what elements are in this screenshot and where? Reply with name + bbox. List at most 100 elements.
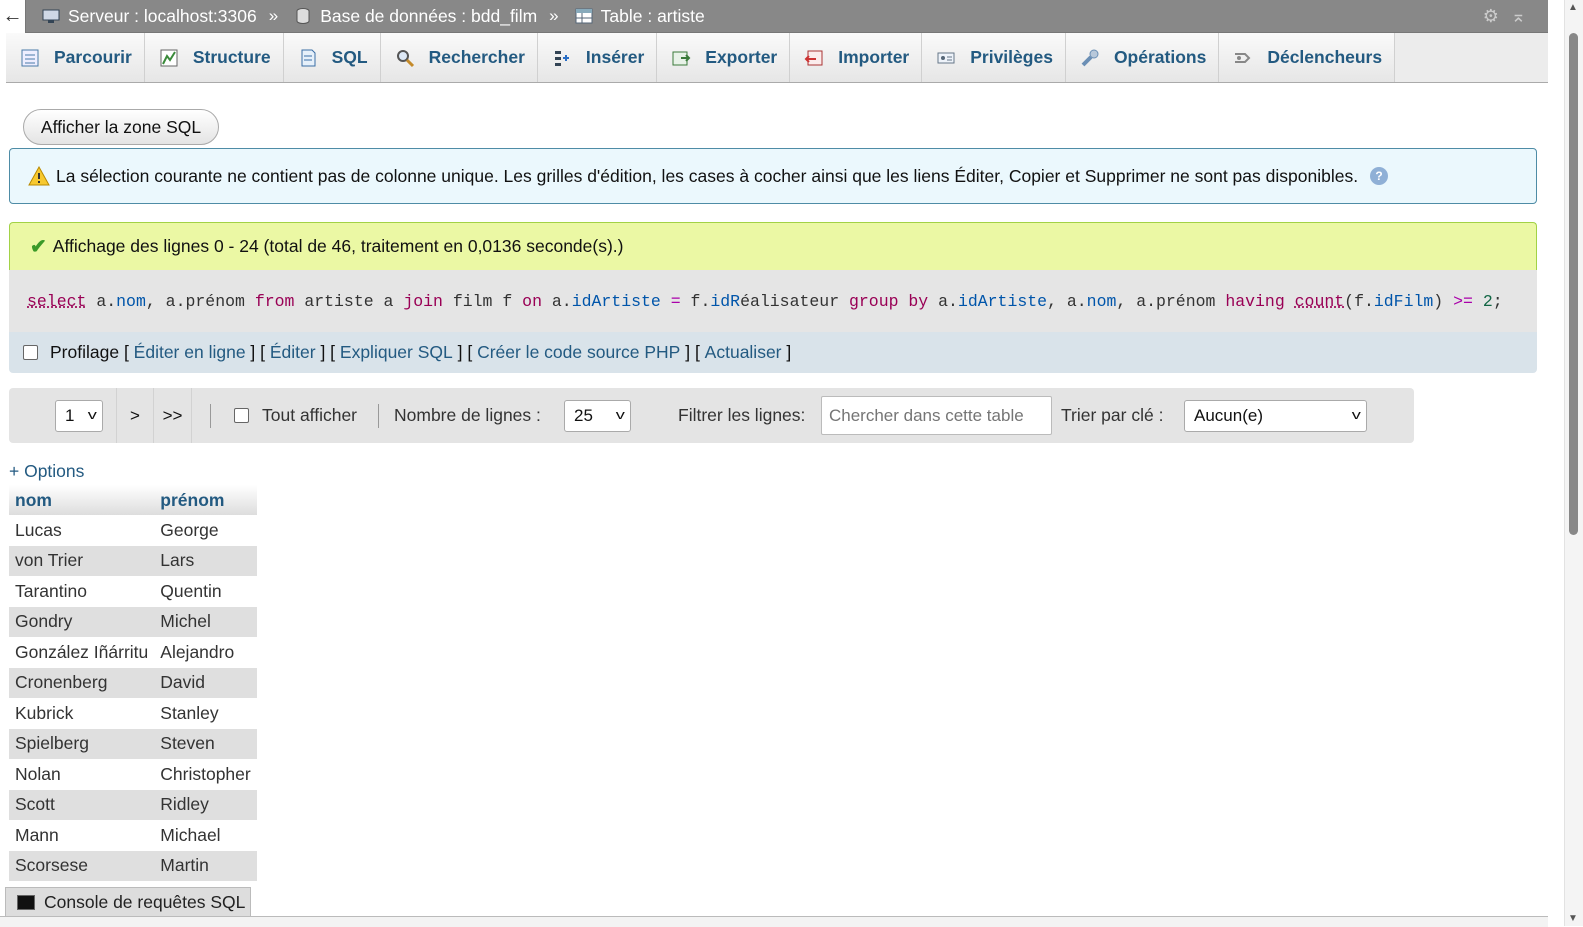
warning-icon: [28, 166, 50, 186]
breadcrumb-database[interactable]: Base de données : bdd_film: [294, 6, 537, 27]
show-all-label: Tout afficher: [262, 405, 357, 426]
tab-label: SQL: [332, 47, 368, 68]
tab-operations[interactable]: Opérations: [1066, 33, 1219, 82]
scroll-up-icon[interactable]: ▲: [1568, 2, 1578, 13]
breadcrumb-table[interactable]: Table : artiste: [575, 6, 705, 27]
sql-token: artiste a: [294, 292, 403, 311]
cell-prenom: Christopher: [154, 759, 256, 790]
cell-prenom: Michel: [154, 607, 256, 638]
table-row: Scorsese Martin: [9, 851, 257, 882]
tab-rechercher[interactable]: Rechercher: [381, 33, 538, 82]
sql-token: f.: [681, 292, 711, 311]
bracket: ] [: [246, 342, 270, 363]
options-link[interactable]: + Options: [9, 461, 84, 482]
show-sql-zone-button[interactable]: Afficher la zone SQL: [23, 109, 219, 145]
success-text: Affichage des lignes 0 - 24 (total de 46…: [53, 236, 624, 257]
breadcrumb: ← Serveur : localhost:3306 » Base de don…: [0, 0, 1548, 33]
column-header-nom[interactable]: nom: [9, 485, 154, 515]
sql-token: prénom: [185, 292, 244, 311]
sql-token: [245, 292, 255, 311]
next-page-button[interactable]: >: [116, 388, 154, 443]
show-all-checkbox[interactable]: [234, 408, 249, 423]
sql-token: ): [1433, 292, 1453, 311]
rows-per-page-select[interactable]: 25 v: [564, 400, 631, 432]
sql-token: on: [522, 292, 542, 311]
sql-token: [86, 292, 96, 311]
results-table: nom prénom Lucas George von Trier Lars Taran…: [9, 485, 257, 881]
collapse-top-icon[interactable]: ⌅: [1511, 7, 1526, 25]
sql-token: [1473, 292, 1483, 311]
scrollbar-thumb[interactable]: [1569, 33, 1578, 535]
cell-nom: Tarantino: [9, 576, 154, 607]
refresh-link[interactable]: Actualiser: [705, 342, 782, 363]
sql-token: , a.prénom: [1116, 292, 1225, 311]
rows-label: Nombre de lignes :: [394, 388, 541, 443]
settings-gear-icon[interactable]: ⚙: [1483, 7, 1499, 25]
database-icon: [294, 8, 312, 24]
triggers-icon: [1233, 48, 1253, 68]
show-all-control[interactable]: Tout afficher: [234, 388, 357, 443]
navigation-bar: 1 v > >> Tout afficher Nombre de lignes …: [9, 388, 1414, 443]
tab-privileges[interactable]: Privilèges: [922, 33, 1066, 82]
table-header-row: nom prénom: [9, 485, 257, 515]
sql-token: (: [1344, 292, 1354, 311]
cell-prenom: Quentin: [154, 576, 256, 607]
bracket: ] [: [316, 342, 340, 363]
sql-token: nom: [116, 292, 146, 311]
tab-parcourir[interactable]: Parcourir: [6, 33, 145, 82]
breadcrumb-server[interactable]: Serveur : localhost:3306: [42, 6, 257, 27]
sql-token: idArtiste: [572, 292, 661, 311]
sql-token: a: [96, 292, 106, 311]
tab-label: Privilèges: [970, 47, 1053, 68]
divider: [210, 404, 211, 428]
cell-nom: Spielberg: [9, 729, 154, 760]
profiling-checkbox[interactable]: [23, 345, 38, 360]
tab-exporter[interactable]: Exporter: [657, 33, 790, 82]
page-select[interactable]: 1 v: [55, 400, 103, 432]
last-page-button[interactable]: >>: [154, 388, 192, 443]
tab-inserer[interactable]: Insérer: [538, 33, 657, 82]
bracket: [: [119, 342, 134, 363]
sql-icon: [298, 48, 318, 68]
tab-label: Opérations: [1114, 47, 1206, 68]
structure-icon: [159, 48, 179, 68]
notice-text: La sélection courante ne contient pas de…: [56, 166, 1358, 187]
sql-token: =: [671, 292, 681, 311]
filter-rows-input[interactable]: [821, 396, 1052, 435]
breadcrumb-separator: »: [549, 6, 558, 26]
bracket: ] [: [680, 342, 704, 363]
explain-sql-link[interactable]: Expliquer SQL: [340, 342, 453, 363]
tab-structure[interactable]: Structure: [145, 33, 284, 82]
cell-prenom: George: [154, 515, 256, 546]
vertical-scrollbar[interactable]: ▲ ▼: [1564, 0, 1583, 926]
tab-bar: Parcourir Structure SQL Rechercher Insér…: [6, 33, 1548, 83]
sql-token: join: [403, 292, 443, 311]
edit-link[interactable]: Éditer: [270, 342, 316, 363]
sort-by-key-value: Aucun(e): [1194, 406, 1263, 426]
tab-declencheurs[interactable]: Déclencheurs: [1219, 33, 1395, 82]
chevron-down-icon: v: [87, 407, 96, 422]
tab-label: Rechercher: [429, 47, 525, 68]
column-header-prenom[interactable]: prénom: [154, 485, 256, 515]
table-row: Mann Michael: [9, 820, 257, 851]
import-icon: [804, 48, 824, 68]
table-body: Lucas George von Trier Lars Tarantino Quentin…: [9, 515, 257, 881]
sql-console-toggle[interactable]: Console de requêtes SQL: [5, 887, 251, 917]
create-php-code-link[interactable]: Créer le code source PHP: [477, 342, 680, 363]
cell-prenom: Martin: [154, 851, 256, 882]
profiling-label: Profilage: [50, 342, 119, 363]
sql-token: a.: [542, 292, 572, 311]
tab-sql[interactable]: SQL: [284, 33, 381, 82]
table-icon: [575, 8, 593, 24]
back-arrow-icon[interactable]: ←: [0, 0, 26, 33]
help-icon[interactable]: ?: [1370, 167, 1388, 185]
cell-prenom: Stanley: [154, 698, 256, 729]
sql-token: count: [1295, 292, 1345, 311]
edit-inline-link[interactable]: Éditer en ligne: [134, 342, 246, 363]
scroll-down-icon[interactable]: ▼: [1568, 913, 1578, 924]
tab-importer[interactable]: Importer: [790, 33, 922, 82]
sort-by-key-select[interactable]: Aucun(e) v: [1184, 400, 1367, 432]
sql-token: [1285, 292, 1295, 311]
sql-token: film f: [443, 292, 522, 311]
operations-icon: [1080, 48, 1100, 68]
